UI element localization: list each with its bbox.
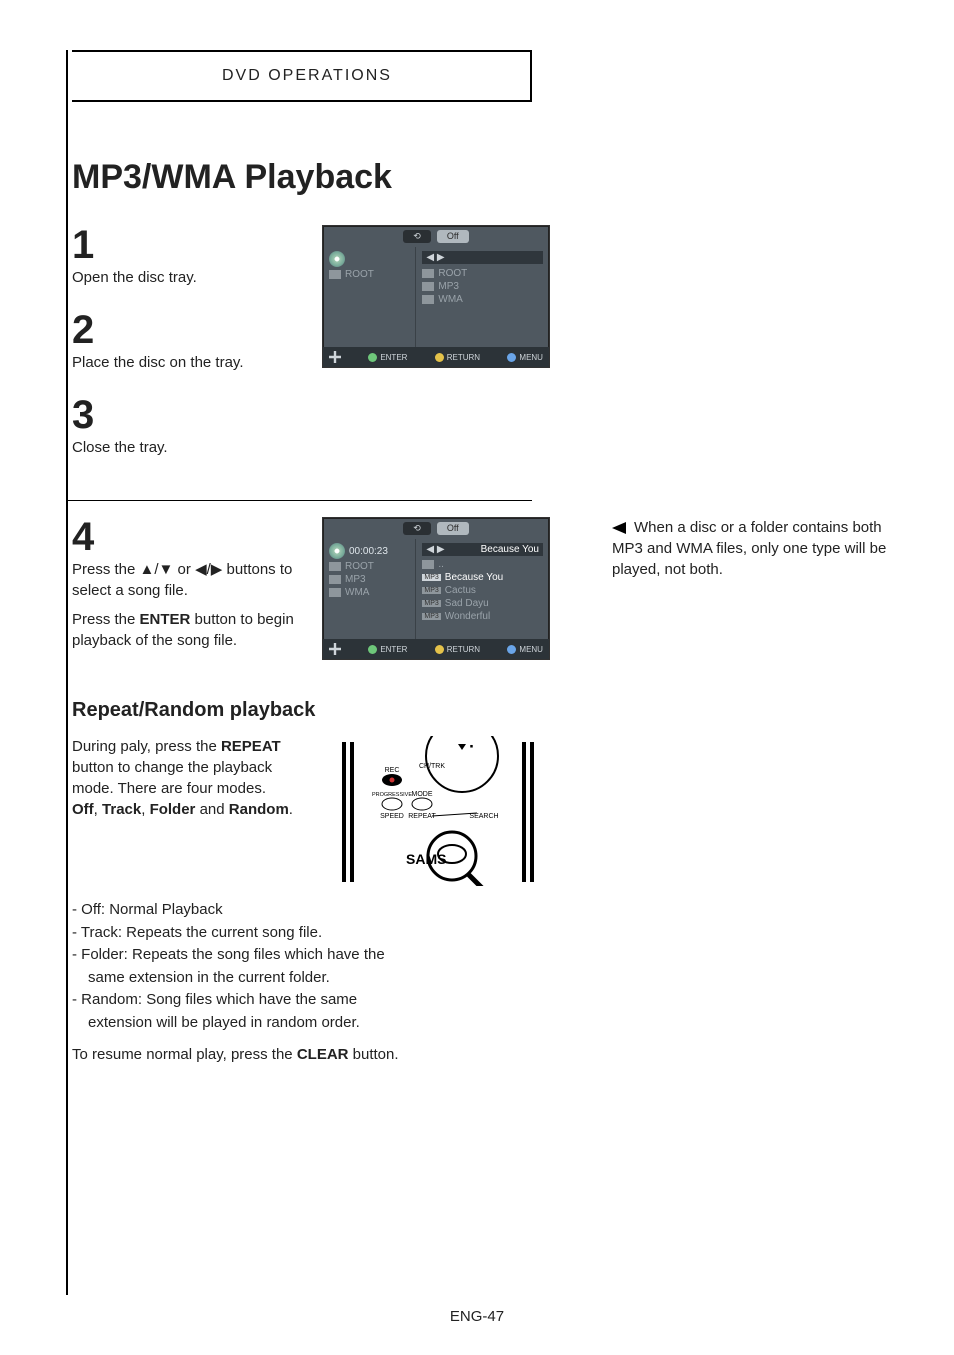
- osd-screenshot-1: ⟲ Off ROOT ◀ ▶ ROOT MP3 WMA: [322, 225, 550, 368]
- osd-now-playing: Because You: [481, 544, 539, 555]
- mode-random: - Random: Song files which have the same: [72, 989, 894, 1012]
- step-number: 1: [72, 225, 302, 265]
- disc-icon: [329, 251, 345, 267]
- osd-mode: Off: [437, 522, 469, 535]
- remote-illustration: ⏹ REC PROGRESSIVE SPEED CH/TRK MODE REPE…: [322, 736, 552, 886]
- step-text: Place the disc on the tray.: [72, 352, 302, 373]
- svg-text:MODE: MODE: [412, 791, 433, 798]
- osd-return: RETURN: [447, 645, 480, 654]
- osd-mode: Off: [437, 230, 469, 243]
- svg-text:CH/TRK: CH/TRK: [419, 763, 445, 770]
- osd-time: 00:00:23: [349, 546, 388, 557]
- osd-wma: WMA: [438, 294, 462, 305]
- osd-left-wma: WMA: [345, 587, 369, 598]
- osd-track: Cactus: [445, 585, 476, 596]
- mode-track: - Track: Repeats the current song file.: [72, 922, 894, 945]
- resume-text: To resume normal play, press the CLEAR b…: [72, 1044, 894, 1067]
- svg-text:SPEED: SPEED: [380, 813, 404, 820]
- osd-left-root: ROOT: [345, 561, 374, 572]
- folder-icon: [329, 270, 341, 279]
- step-text: Press the ENTER button to begin playback…: [72, 609, 302, 651]
- svg-text:PROGRESSIVE: PROGRESSIVE: [372, 792, 412, 798]
- osd-enter: ENTER: [380, 645, 407, 654]
- repeat-paragraph: During paly, press the REPEAT button to …: [72, 736, 302, 891]
- step-text: Close the tray.: [72, 437, 302, 458]
- osd-left-root: ROOT: [345, 269, 374, 280]
- osd-left-mp3: MP3: [345, 574, 366, 585]
- step-text: Open the disc tray.: [72, 267, 302, 288]
- osd-mp3: MP3: [438, 281, 459, 292]
- svg-text:SAMS: SAMS: [406, 851, 446, 867]
- arrow-glyphs: ▲/▼ or ◀/▶: [140, 561, 223, 578]
- osd-track: Sad Dayu: [445, 598, 489, 609]
- subsection-heading: Repeat/Random playback: [72, 699, 894, 722]
- osd-screenshot-2: ⟲ Off 00:00:23 ROOT MP3 WMA ◀ ▶Because Y…: [322, 517, 550, 660]
- mode-folder: - Folder: Repeats the song files which h…: [72, 944, 894, 967]
- svg-text:REC: REC: [385, 767, 400, 774]
- page-title: MP3/WMA Playback: [72, 158, 894, 197]
- osd-menu: MENU: [519, 645, 543, 654]
- osd-menu: MENU: [519, 353, 543, 362]
- step-text: Press the ▲/▼ or ◀/▶ buttons to select a…: [72, 559, 302, 601]
- osd-track: Wonderful: [445, 611, 490, 622]
- section-header-text: DVD OPERATIONS: [222, 67, 392, 85]
- note-arrow-icon: [612, 522, 626, 534]
- osd-right-root: ROOT: [438, 268, 467, 279]
- svg-text:⏹: ⏹: [470, 744, 473, 750]
- separator: [66, 500, 532, 501]
- dpad-icon: [329, 351, 341, 363]
- osd-track: ..: [438, 559, 444, 570]
- svg-text:SEARCH: SEARCH: [469, 813, 498, 820]
- mode-descriptions: - Off: Normal Playback - Track: Repeats …: [72, 899, 894, 1067]
- osd-return: RETURN: [447, 353, 480, 362]
- svg-text:REPEAT: REPEAT: [408, 813, 436, 820]
- page-number: ENG-47: [0, 1308, 954, 1325]
- step-number: 2: [72, 310, 302, 350]
- mode-random-cont: extension will be played in random order…: [72, 1012, 894, 1035]
- mode-folder-cont: same extension in the current folder.: [72, 967, 894, 990]
- osd-track: Because You: [445, 572, 503, 583]
- mode-off: - Off: Normal Playback: [72, 899, 894, 922]
- step-number: 4: [72, 517, 302, 557]
- step-number: 3: [72, 395, 302, 435]
- section-header: DVD OPERATIONS: [72, 50, 532, 102]
- osd-enter: ENTER: [380, 353, 407, 362]
- note-text: When a disc or a folder contains both MP…: [612, 519, 886, 578]
